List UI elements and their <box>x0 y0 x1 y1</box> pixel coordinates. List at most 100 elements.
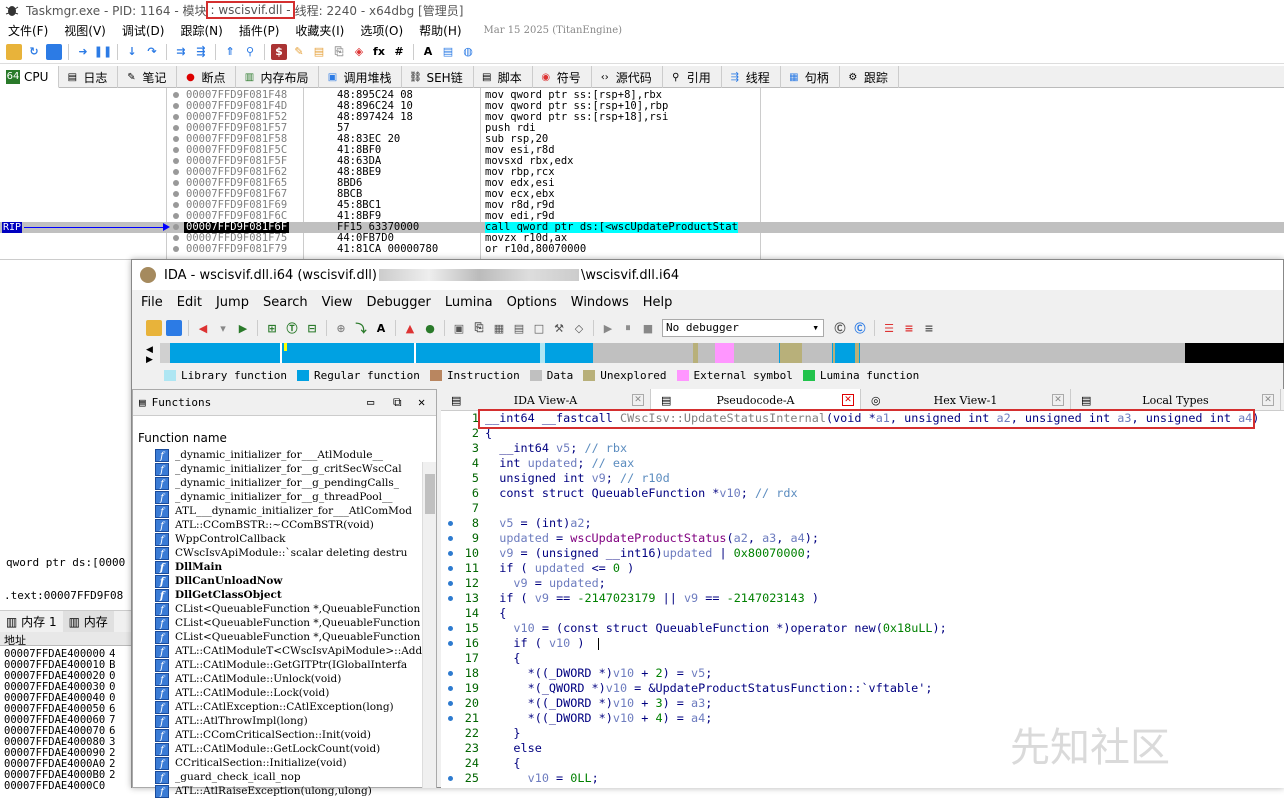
jump-icon[interactable]: ⤵ <box>353 320 369 336</box>
breakpoint-dot[interactable] <box>173 114 179 120</box>
label-icon[interactable]: ▤ <box>311 44 327 60</box>
function-row[interactable]: f DllGetClassObject <box>133 588 436 602</box>
function-row[interactable]: f WppControlCallback <box>133 532 436 546</box>
menu-options[interactable]: 选项(O) <box>352 22 411 39</box>
breakpoint-dot[interactable] <box>173 224 179 230</box>
ida-menu-jump[interactable]: Jump <box>209 295 256 310</box>
tab-call-stack[interactable]: ▣ 调用堆栈 <box>319 66 403 88</box>
breakpoint-dot[interactable] <box>173 180 179 186</box>
pause-icon[interactable]: ❚❚ <box>94 44 112 60</box>
code-line[interactable]: 5 unsigned int v9; // r10d <box>441 471 1284 486</box>
tab-dump-1[interactable]: ▥ 内存 1 <box>0 611 63 632</box>
diamond-icon[interactable]: ◇ <box>571 320 587 336</box>
code-line[interactable]: 15 v10 = (const struct QueuableFunction … <box>441 621 1284 636</box>
list-gray-icon[interactable]: ≡ <box>921 320 937 336</box>
tab-script[interactable]: ▤ 脚本 <box>474 66 533 88</box>
tab-threads[interactable]: ⇶ 线程 <box>722 66 781 88</box>
start-debug-icon[interactable]: ▶ <box>600 320 616 336</box>
menu-favourites[interactable]: 收藏夹(I) <box>287 22 352 39</box>
dump-row[interactable]: 00007FFDAE4000C0 <box>4 780 109 792</box>
hex-icon[interactable]: ▤ <box>511 320 527 336</box>
close-icon[interactable]: ✕ <box>842 394 854 406</box>
structure-icon[interactable]: ⊕ <box>333 320 349 336</box>
ida-menu-debugger[interactable]: Debugger <box>359 295 437 310</box>
ida-menu-view[interactable]: View <box>315 295 360 310</box>
breakpoint-dot[interactable] <box>173 136 179 142</box>
code-line[interactable]: 19 *(_QWORD *)v10 = &UpdateProductStatus… <box>441 681 1284 696</box>
ida-menu-file[interactable]: File <box>134 295 170 310</box>
font-icon[interactable]: A <box>420 44 436 60</box>
forward-icon[interactable]: ▶ <box>235 320 251 336</box>
code-line[interactable]: 6 const struct QueuableFunction *v10; //… <box>441 486 1284 501</box>
breakpoint-dot[interactable] <box>173 235 179 241</box>
close-icon[interactable]: ✕ <box>632 394 644 406</box>
patch-icon[interactable]: $ <box>271 43 287 60</box>
breakpoint-dot[interactable] <box>173 191 179 197</box>
open-icon[interactable] <box>146 320 162 336</box>
code-line[interactable]: 17 { <box>441 651 1284 666</box>
function-row[interactable]: f ATL::CAtlModule::GetLockCount(void) <box>133 742 436 756</box>
close-icon[interactable]: ✕ <box>418 395 425 409</box>
code-line[interactable]: 3 __int64 v5; // rbx <box>441 441 1284 456</box>
ida-menu-lumina[interactable]: Lumina <box>438 295 500 310</box>
graph-icon[interactable]: ⊞ <box>264 320 280 336</box>
trace-into-icon[interactable]: ⇉ <box>173 44 189 60</box>
function-row[interactable]: f CCriticalSection::Initialize(void) <box>133 756 436 770</box>
nav-right-arrow-icon[interactable]: ▶ <box>146 355 153 365</box>
functions-scrollbar[interactable] <box>422 462 436 788</box>
save-icon[interactable] <box>166 320 182 336</box>
breakpoint-dot[interactable] <box>173 147 179 153</box>
breakpoint-dot[interactable] <box>173 213 179 219</box>
function-row[interactable]: f ATL::AtlThrowImpl(long) <box>133 714 436 728</box>
function-row[interactable]: f ATL::CAtlException::CAtlException(long) <box>133 700 436 714</box>
nav-left-arrow-icon[interactable]: ◀ <box>146 345 153 355</box>
tab-breakpoints[interactable]: ● 断点 <box>177 66 237 88</box>
code-line[interactable]: 16 if ( v10 ) <box>441 636 1284 651</box>
run-to-user-icon[interactable]: ⇑ <box>222 44 238 60</box>
code-line[interactable]: 25 v10 = 0LL; <box>441 771 1284 786</box>
code-line[interactable]: 7 <box>441 501 1284 516</box>
segment-icon[interactable]: ▣ <box>451 320 467 336</box>
breakpoint-dot[interactable] <box>173 202 179 208</box>
function-row[interactable]: f _dynamic_initializer_for__g_threadPool_… <box>133 490 436 504</box>
dropdown-icon[interactable]: ▾ <box>215 320 231 336</box>
breakpoint-dot[interactable] <box>173 103 179 109</box>
text-view-icon[interactable]: Ⓣ <box>284 320 300 336</box>
patch-icon[interactable]: ⚒ <box>551 320 567 336</box>
function-icon[interactable]: ◈ <box>351 44 367 60</box>
fx-icon[interactable]: fx <box>371 44 387 60</box>
function-row[interactable]: f _dynamic_initializer_for__g_pendingCall… <box>133 476 436 490</box>
hash-icon[interactable]: # <box>391 44 407 60</box>
function-row[interactable]: f DllMain <box>133 560 436 574</box>
breakpoint-dot[interactable] <box>173 92 179 98</box>
menu-help[interactable]: 帮助(H) <box>411 22 469 39</box>
back-icon[interactable]: ◀ <box>195 320 211 336</box>
ida-menu-windows[interactable]: Windows <box>564 295 636 310</box>
list-red-icon[interactable]: ≡ <box>901 320 917 336</box>
tab-notes[interactable]: ✎ 笔记 <box>118 66 178 88</box>
c-active-icon[interactable]: Ⓒ <box>852 320 868 336</box>
code-line[interactable]: 14 { <box>441 606 1284 621</box>
code-line[interactable]: 11 if ( updated <= 0 ) <box>441 561 1284 576</box>
functions-column-header[interactable]: Function name <box>133 428 436 448</box>
maximize-icon[interactable]: ▭ <box>367 395 374 409</box>
open-icon[interactable] <box>6 43 22 60</box>
menu-plugins[interactable]: 插件(P) <box>231 22 288 39</box>
function-row[interactable]: f _guard_check_icall_nop <box>133 770 436 784</box>
list-icon[interactable]: ☰ <box>881 320 897 336</box>
code-line[interactable]: 10 v9 = (unsigned __int16)updated | 0x80… <box>441 546 1284 561</box>
ida-menu-help[interactable]: Help <box>636 295 680 310</box>
close-icon[interactable]: ✕ <box>1052 394 1064 406</box>
function-row[interactable]: f _dynamic_initializer_for__g_critSecWscC… <box>133 462 436 476</box>
breakpoint-dot[interactable] <box>173 125 179 131</box>
script-icon[interactable]: ▤ <box>440 44 456 60</box>
ida-menu-edit[interactable]: Edit <box>170 295 209 310</box>
ida-menu-search[interactable]: Search <box>256 295 315 310</box>
bookmark-icon[interactable]: ⎘ <box>331 44 347 60</box>
function-row[interactable]: f ATL::CComBSTR::~CComBSTR(void) <box>133 518 436 532</box>
comment-icon[interactable]: ✎ <box>291 44 307 60</box>
ida-menu-options[interactable]: Options <box>500 295 564 310</box>
tab-memory-map[interactable]: ▥ 内存布局 <box>236 66 320 88</box>
breakpoint-dot[interactable] <box>173 246 179 252</box>
tab-references[interactable]: ⚲ 引用 <box>663 66 722 88</box>
